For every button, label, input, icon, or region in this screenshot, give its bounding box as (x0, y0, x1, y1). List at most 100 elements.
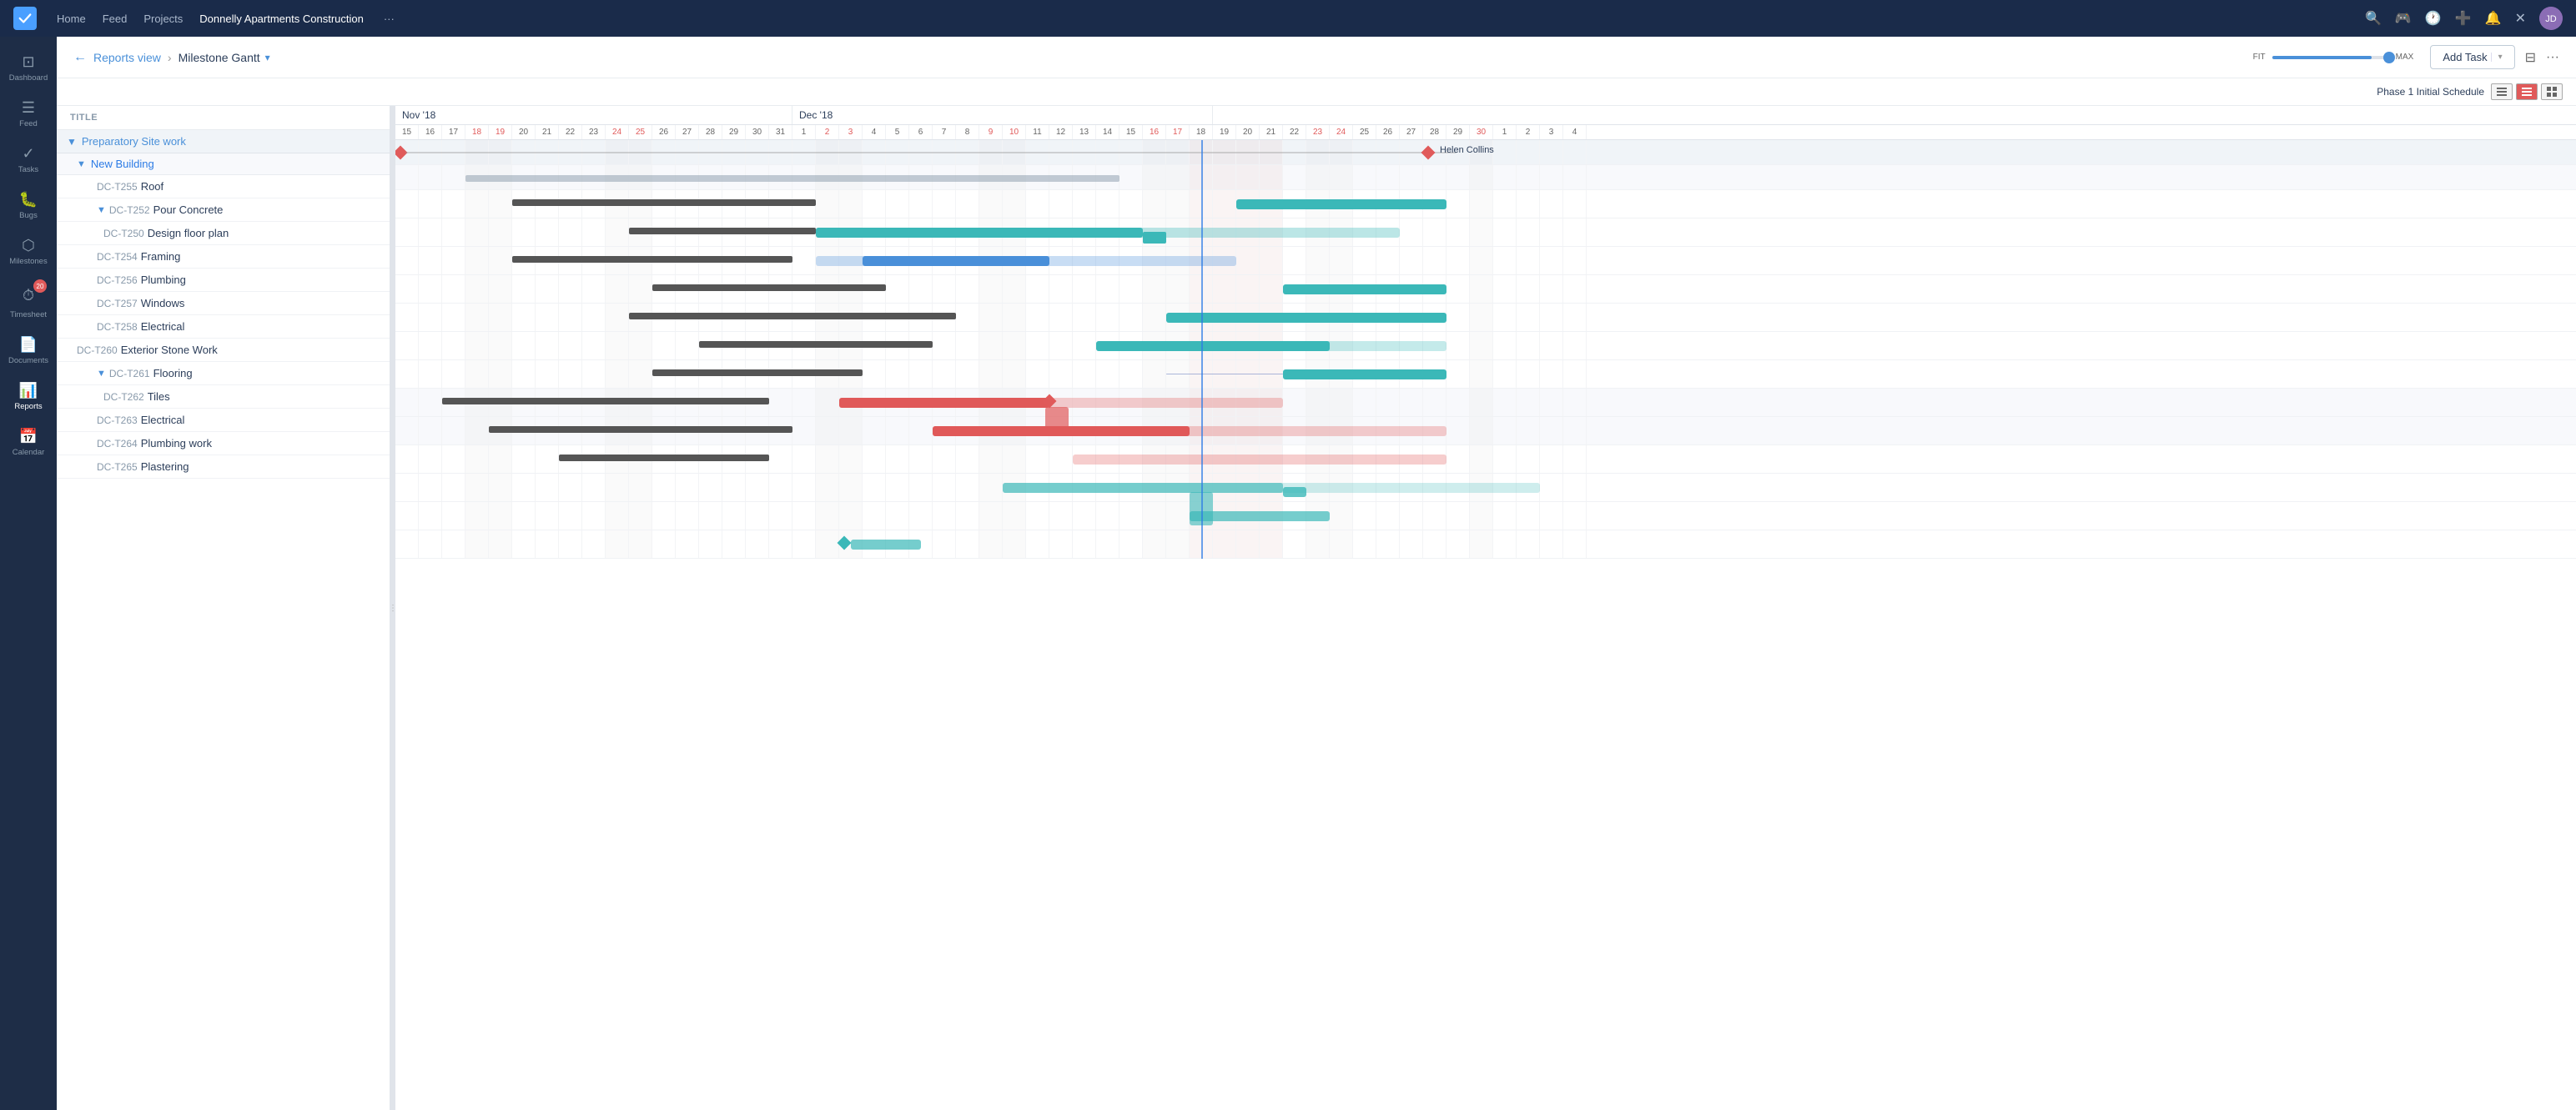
gantt-cell-r9-c35 (1213, 389, 1236, 416)
gantt-cell-r10-c46 (1470, 417, 1493, 445)
gantt-cell-r8-c37 (1260, 360, 1283, 388)
add-task-dropdown-caret[interactable]: ▾ (2491, 53, 2503, 62)
gantt-cell-r4-c43 (1400, 247, 1423, 274)
gantt-cell-r14-c33 (1166, 530, 1190, 558)
gantt-cell-r8-c12 (676, 360, 699, 388)
filter-button[interactable]: ⊟ (2525, 49, 2536, 66)
gantt-cell-r10-c43 (1400, 417, 1423, 445)
view-option-2[interactable] (2516, 83, 2538, 100)
gantt-cell-r6-c32 (1143, 304, 1166, 331)
bell-icon[interactable]: 🔔 (2485, 10, 2502, 27)
nav-projects[interactable]: Projects (143, 13, 183, 25)
clock-icon[interactable]: 🕐 (2425, 10, 2442, 27)
gantt-cell-r6-c7 (559, 304, 582, 331)
gantt-cell-r9-c5 (512, 389, 536, 416)
gantt-cell-r4-c35 (1213, 247, 1236, 274)
day-cell-45: 29 (1446, 125, 1470, 139)
gantt-cell-r1-c4 (489, 165, 512, 189)
gantt-cell-r10-c30 (1096, 417, 1119, 445)
task-row-dc-t252[interactable]: ▼ DC-T252 Pour Concrete (57, 198, 390, 222)
avatar[interactable]: JD (2539, 7, 2563, 30)
sidebar-item-timesheet[interactable]: ⏱ 20 Timesheet (0, 276, 57, 326)
gantt-cell-r9-c29 (1073, 389, 1096, 416)
sidebar-item-reports[interactable]: 📊 Reports (0, 375, 57, 418)
task-row-dc-t265[interactable]: DC-T265 Plastering (57, 455, 390, 479)
sub-header: ← Reports view › Milestone Gantt ▾ FIT M… (57, 37, 2576, 78)
task-row-dc-t256[interactable]: DC-T256 Plumbing (57, 269, 390, 292)
gantt-cell-r5-c16 (769, 275, 792, 303)
nav-home[interactable]: Home (57, 13, 86, 25)
gantt-cell-r3-c11 (652, 218, 676, 246)
sidebar-item-dashboard[interactable]: ⊡ Dashboard (0, 47, 57, 89)
gantt-cell-r7-c29 (1073, 332, 1096, 359)
gantt-cell-r6-c25 (979, 304, 1003, 331)
gantt-cell-r8-c46 (1470, 360, 1493, 388)
task-row-dc-t261[interactable]: ▼ DC-T261 Flooring (57, 362, 390, 385)
gantt-cell-r2-c29 (1073, 190, 1096, 218)
task-row-dc-t255[interactable]: DC-T255 Roof (57, 175, 390, 198)
day-cell-14: 29 (722, 125, 746, 139)
back-button[interactable]: ← (73, 50, 87, 65)
gantt-cell-r12-c1 (419, 474, 442, 501)
gantt-cell-r12-c11 (652, 474, 676, 501)
search-icon[interactable]: 🔍 (2365, 10, 2382, 27)
gantt-cell-r9-c28 (1049, 389, 1073, 416)
breadcrumb-reports[interactable]: Reports view (93, 51, 161, 64)
view-option-1[interactable] (2491, 83, 2513, 100)
day-cell-37: 21 (1260, 125, 1283, 139)
phase-row-preparatory[interactable]: ▼ Preparatory Site work (57, 130, 390, 153)
sidebar-item-feed[interactable]: ☰ Feed (0, 93, 57, 135)
project-more-dots[interactable]: ··· (384, 13, 395, 25)
gantt-cell-r0-c46 (1470, 140, 1493, 164)
group-toggle[interactable]: ▼ (77, 159, 86, 169)
task-row-dc-t264[interactable]: DC-T264 Plumbing work (57, 432, 390, 455)
gantt-cell-r2-c47 (1493, 190, 1517, 218)
phase-toggle[interactable]: ▼ (67, 136, 77, 148)
task-row-dc-t254[interactable]: DC-T254 Framing (57, 245, 390, 269)
sidebar-item-tasks[interactable]: ✓ Tasks (0, 138, 57, 181)
gantt-cell-r4-c4 (489, 247, 512, 274)
gantt-cell-r10-c21 (886, 417, 909, 445)
gantt-cell-r13-c46 (1470, 502, 1493, 530)
sidebar-item-calendar[interactable]: 📅 Calendar (0, 421, 57, 464)
sidebar-item-bugs[interactable]: 🐛 Bugs (0, 184, 57, 227)
close-icon[interactable]: ✕ (2515, 10, 2526, 27)
gantt-cell-r8-c15 (746, 360, 769, 388)
gantt-chart[interactable]: Nov '18 Dec '18 151617181920212223242526… (395, 106, 2576, 1110)
add-task-button[interactable]: Add Task ▾ (2430, 45, 2514, 69)
gantt-cell-r12-c12 (676, 474, 699, 501)
view-dropdown-arrow[interactable]: ▾ (265, 52, 270, 63)
view-title-text[interactable]: Milestone Gantt (179, 51, 260, 64)
gantt-cell-r3-c2 (442, 218, 465, 246)
gantt-cell-r5-c27 (1026, 275, 1049, 303)
project-name[interactable]: Donnelly Apartments Construction (199, 13, 364, 25)
gantt-cell-r10-c9 (606, 417, 629, 445)
gantt-cell-r1-c27 (1026, 165, 1049, 189)
slider-thumb[interactable] (2383, 52, 2395, 63)
group-row-new-building[interactable]: ▼ New Building (57, 153, 390, 175)
gantt-cell-r8-c5 (512, 360, 536, 388)
gantt-cell-r12-c27 (1026, 474, 1049, 501)
task-row-dc-t257[interactable]: DC-T257 Windows (57, 292, 390, 315)
gantt-cell-r11-c5 (512, 445, 536, 473)
sidebar-item-milestones[interactable]: ⬡ Milestones (0, 230, 57, 273)
task-row-dc-t263[interactable]: DC-T263 Electrical (57, 409, 390, 432)
more-options-button[interactable]: ··· (2546, 50, 2559, 65)
day-cell-27: 11 (1026, 125, 1049, 139)
nav-feed[interactable]: Feed (103, 13, 128, 25)
timeline-slider-track[interactable] (2272, 56, 2389, 59)
gantt-cell-r14-c38 (1283, 530, 1306, 558)
gantt-cell-r14-c42 (1376, 530, 1400, 558)
gantt-cell-r9-c24 (956, 389, 979, 416)
app-logo[interactable] (13, 7, 37, 30)
view-option-3[interactable] (2541, 83, 2563, 100)
gamepad-icon[interactable]: 🎮 (2395, 10, 2412, 27)
gantt-cell-r0-c39 (1306, 140, 1330, 164)
plus-icon[interactable]: ➕ (2455, 10, 2472, 27)
sidebar-item-documents[interactable]: 📄 Documents (0, 329, 57, 372)
task-row-dc-t250[interactable]: DC-T250 Design floor plan (57, 222, 390, 245)
task-row-dc-t262[interactable]: DC-T262 Tiles (57, 385, 390, 409)
gantt-cell-r2-c35 (1213, 190, 1236, 218)
task-row-dc-t258[interactable]: DC-T258 Electrical (57, 315, 390, 339)
task-row-dc-t260[interactable]: DC-T260 Exterior Stone Work (57, 339, 390, 362)
